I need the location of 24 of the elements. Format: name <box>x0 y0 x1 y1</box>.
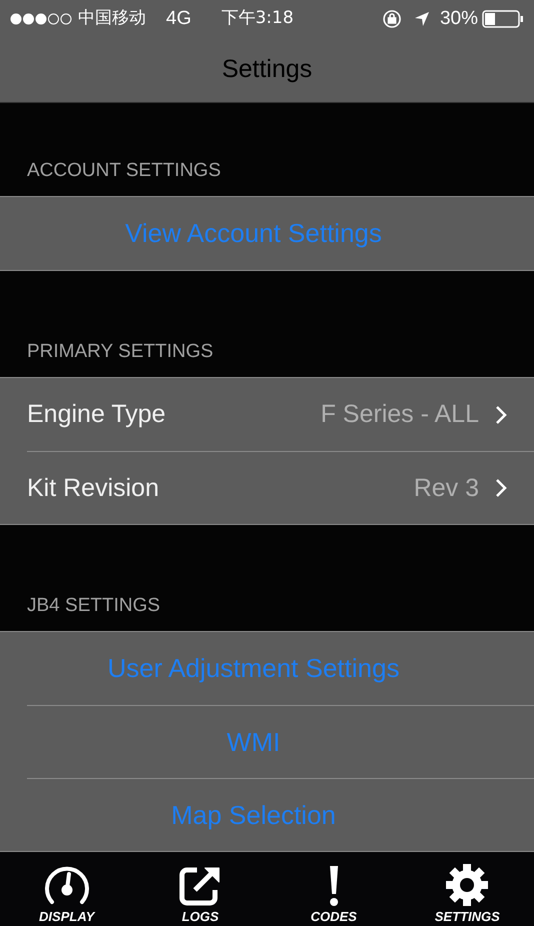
battery-percent: 30% <box>440 6 478 31</box>
rotation-lock-icon <box>382 9 402 29</box>
time-text: 下午3:18 <box>221 7 294 30</box>
setting-row[interactable]: Engine Type F Series - ALL <box>27 396 507 434</box>
section-header: ACCOUNT SETTINGS <box>27 158 221 183</box>
location-icon <box>414 11 430 27</box>
tab-item[interactable]: SETTINGS <box>400 862 534 924</box>
tab-item[interactable]: CODES <box>267 864 400 924</box>
network-text: 4G <box>166 6 192 31</box>
section-header: JB4 SETTINGS <box>27 594 160 618</box>
tab-item[interactable]: DISPLAY <box>0 862 134 924</box>
chevron-icon <box>495 478 507 498</box>
chevron-icon <box>495 404 507 425</box>
setting-value: Rev 3 <box>414 472 479 504</box>
battery-icon <box>482 10 524 28</box>
carrier-text: 中国移动 <box>78 7 146 30</box>
signal-icon <box>10 13 72 25</box>
tab-item[interactable]: LOGS <box>134 862 267 924</box>
exclamation-icon <box>328 864 340 908</box>
page-title: Settings <box>222 54 312 86</box>
settings-icon <box>444 862 490 908</box>
section-header: PRIMARY SETTINGS <box>27 340 214 364</box>
setting-row[interactable]: Kit Revision Rev 3 <box>27 470 507 508</box>
setting-value: F Series - ALL <box>320 399 479 430</box>
